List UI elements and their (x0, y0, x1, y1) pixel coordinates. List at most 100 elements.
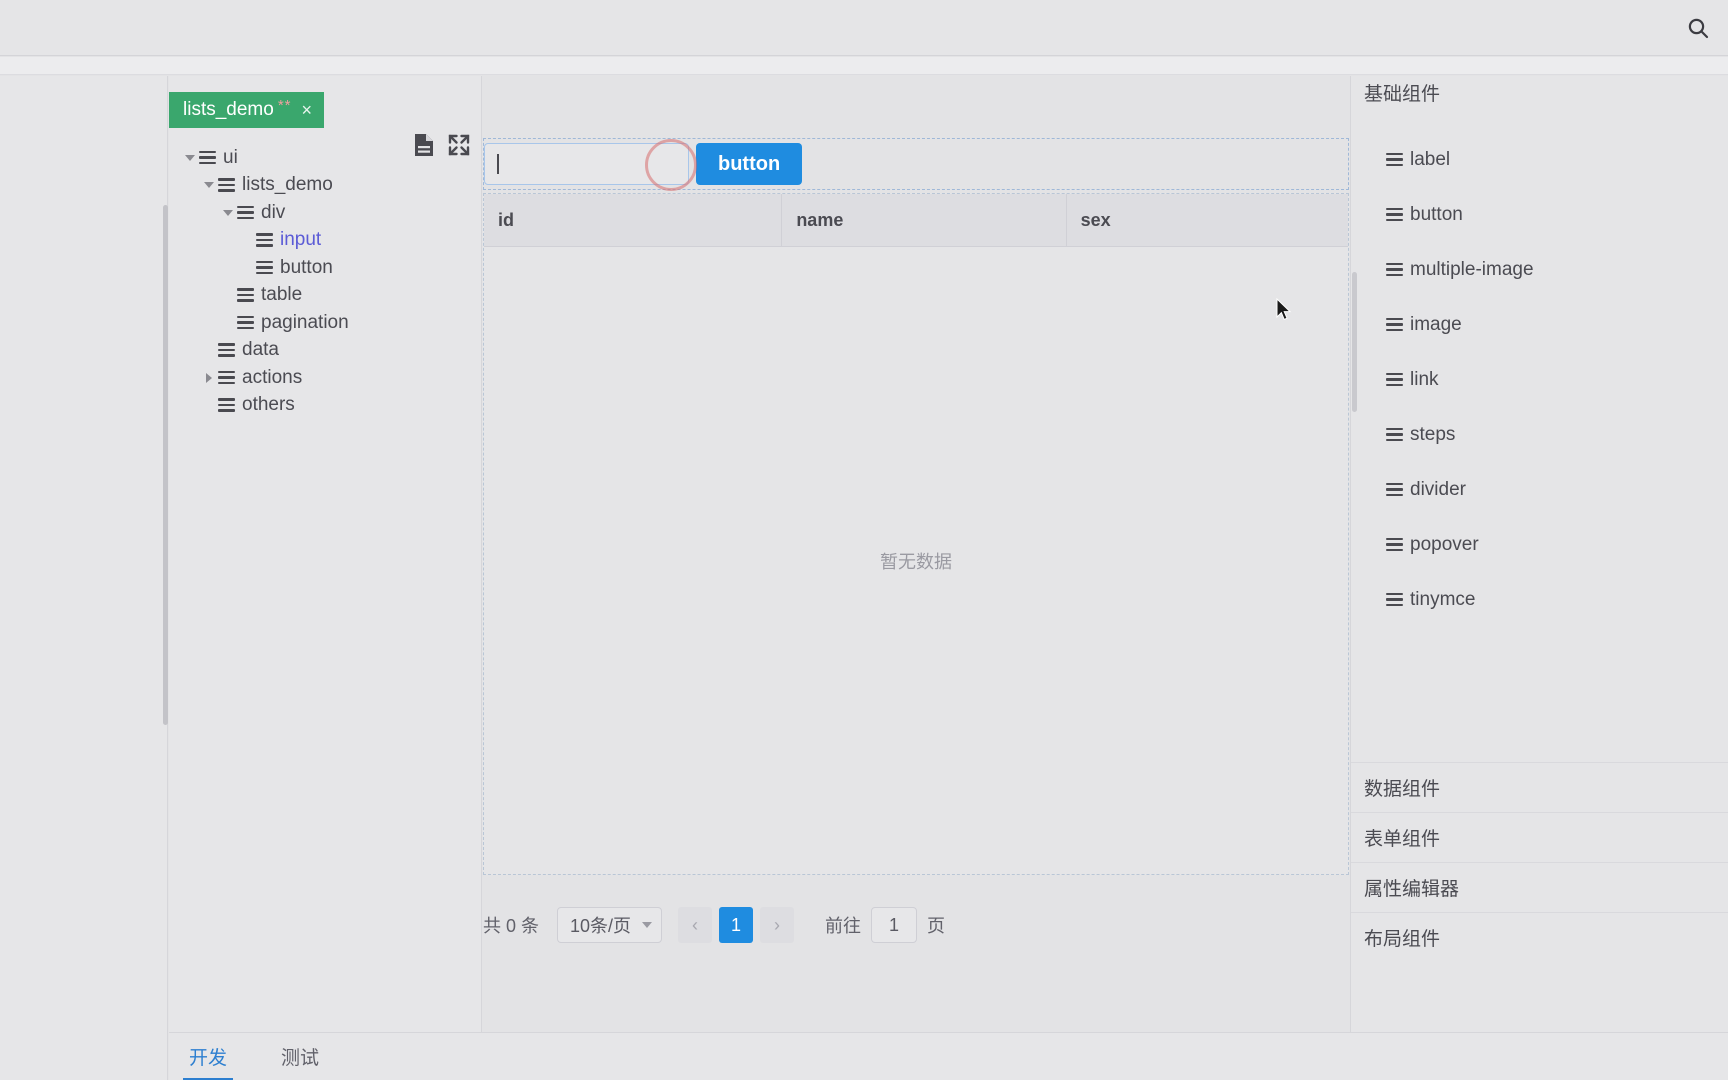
component-section-header[interactable]: 布局组件 (1351, 912, 1728, 962)
component-section-header[interactable]: 属性编辑器 (1351, 862, 1728, 912)
list-glyph-icon (1386, 317, 1403, 332)
left-rail-item[interactable] (0, 513, 167, 540)
caret-placeholder (221, 316, 235, 330)
document-tab-strip: lists_demo ** × (169, 92, 325, 128)
left-rail-item[interactable] (0, 431, 167, 458)
document-icon[interactable] (413, 133, 435, 157)
fullscreen-expand-icon[interactable] (447, 133, 471, 157)
search-input[interactable] (484, 139, 697, 191)
component-item-popover[interactable]: popover (1351, 517, 1728, 572)
left-rail-item[interactable]: cker (0, 267, 167, 294)
component-item-steps[interactable]: steps (1351, 407, 1728, 462)
close-icon[interactable]: × (302, 101, 313, 119)
jump-to-input[interactable]: 1 (871, 907, 918, 943)
prev-page-button[interactable]: ‹ (678, 907, 713, 943)
chevron-down-icon[interactable] (202, 178, 216, 192)
pagination-total: 共 0 条 (483, 916, 540, 936)
left-rail-scrollbar[interactable] (163, 205, 168, 725)
text-cursor (497, 154, 499, 174)
tree-node-actions[interactable]: actions (169, 364, 482, 392)
component-item-button[interactable]: button (1351, 187, 1728, 242)
left-rail-item[interactable] (0, 103, 167, 130)
component-item-multiple-image[interactable]: multiple-image (1351, 242, 1728, 297)
left-rail-item[interactable]: r (0, 158, 167, 185)
left-rail-item[interactable] (0, 622, 167, 649)
component-section-header[interactable]: 表单组件 (1351, 812, 1728, 862)
component-library-panel: 基础组件 label button multiple-image image link s… (1350, 76, 1728, 1080)
chevron-down-icon[interactable] (183, 151, 197, 165)
tree-node-pagination[interactable]: pagination (169, 309, 482, 337)
tree-node-label: button (280, 256, 333, 278)
tree-node-button[interactable]: button (169, 254, 482, 282)
canvas-toolbar (413, 128, 483, 162)
next-page-button[interactable]: › (760, 907, 795, 943)
search-button[interactable]: button (696, 143, 803, 185)
left-rail-item[interactable]: y (0, 731, 167, 758)
jump-to-label: 前往 (825, 916, 862, 936)
left-rail-item[interactable]: ox (0, 185, 167, 212)
list-glyph-icon (1386, 207, 1403, 222)
page-number-1[interactable]: 1 (719, 907, 754, 943)
left-rail-item[interactable]: , (0, 212, 167, 239)
left-rail-item[interactable]: -input (0, 240, 167, 267)
list-glyph-icon (256, 233, 273, 247)
right-panel-scrollbar[interactable] (1352, 272, 1357, 412)
component-item-label: divider (1410, 478, 1466, 500)
left-rail-item[interactable] (0, 294, 167, 321)
list-glyph-icon (218, 398, 235, 412)
component-item-label[interactable]: label (1351, 132, 1728, 187)
tree-node-label: actions (242, 366, 303, 388)
app-root: 件 rox,-inputcker e_demodemo umbertor able mpl… (0, 0, 1728, 1080)
component-item-label: image (1410, 313, 1462, 335)
list-glyph-icon (1386, 152, 1403, 167)
component-item-tinymce[interactable]: tinymce (1351, 572, 1728, 627)
search-icon[interactable] (1676, 6, 1720, 50)
left-rail-item[interactable] (0, 131, 167, 158)
left-rail-item[interactable]: demo (0, 376, 167, 403)
table-column-header-id: id (498, 209, 514, 230)
component-item-link[interactable]: link (1351, 352, 1728, 407)
tree-node-input[interactable]: input (169, 227, 482, 255)
left-rail-item[interactable]: able (0, 540, 167, 567)
left-rail-item[interactable]: tor (0, 485, 167, 512)
left-rail-item[interactable]: on (0, 677, 167, 704)
left-component-rail: 件 rox,-inputcker e_demodemo umbertor able mpl… (0, 76, 168, 1080)
component-item-image[interactable]: image (1351, 297, 1728, 352)
list-glyph-icon (237, 288, 254, 302)
tree-node-table[interactable]: table (169, 282, 482, 310)
left-rail-item[interactable]: 件 (0, 76, 167, 103)
table-column-header-sex: sex (1065, 193, 1348, 247)
left-rail-item[interactable]: _demo (0, 349, 167, 376)
list-glyph-icon (256, 260, 273, 275)
tree-node-lists_demo[interactable]: lists_demo (169, 172, 482, 200)
document-tab-lists-demo[interactable]: lists_demo ** × (169, 92, 325, 128)
search-form-row: button (483, 138, 1349, 191)
tree-node-label: input (280, 229, 322, 251)
left-rail-item[interactable] (0, 567, 167, 594)
left-rail-item[interactable]: e (0, 322, 167, 349)
chevron-down-icon[interactable] (221, 206, 235, 220)
chevron-right-icon[interactable] (202, 371, 216, 385)
left-rail-item[interactable]: umber (0, 458, 167, 485)
list-glyph-icon (218, 343, 235, 357)
top-bar (0, 0, 1728, 56)
left-rail-item[interactable]: s (0, 704, 167, 731)
tab-develop[interactable]: 开发 (183, 1033, 234, 1080)
list-glyph-icon (1386, 262, 1403, 277)
document-tab-label: lists_demo (183, 99, 274, 120)
left-rail-item[interactable]: mplate (0, 595, 167, 622)
caret-placeholder (202, 343, 216, 357)
component-item-divider[interactable]: divider (1351, 462, 1728, 517)
tree-node-div[interactable]: div (169, 199, 482, 227)
tab-test[interactable]: 测试 (275, 1033, 325, 1080)
tree-node-others[interactable]: others (169, 392, 482, 420)
left-rail-item[interactable] (0, 404, 167, 431)
left-rail-item[interactable]: -image (0, 649, 167, 676)
list-glyph-icon (237, 205, 254, 220)
caret-placeholder (202, 398, 216, 412)
component-section-header[interactable]: 数据组件 (1351, 762, 1728, 812)
component-item-label: popover (1410, 533, 1479, 555)
tree-node-data[interactable]: data (169, 337, 482, 365)
tree-node-label: pagination (261, 311, 349, 333)
page-size-select[interactable]: 10条/页 (557, 907, 663, 943)
